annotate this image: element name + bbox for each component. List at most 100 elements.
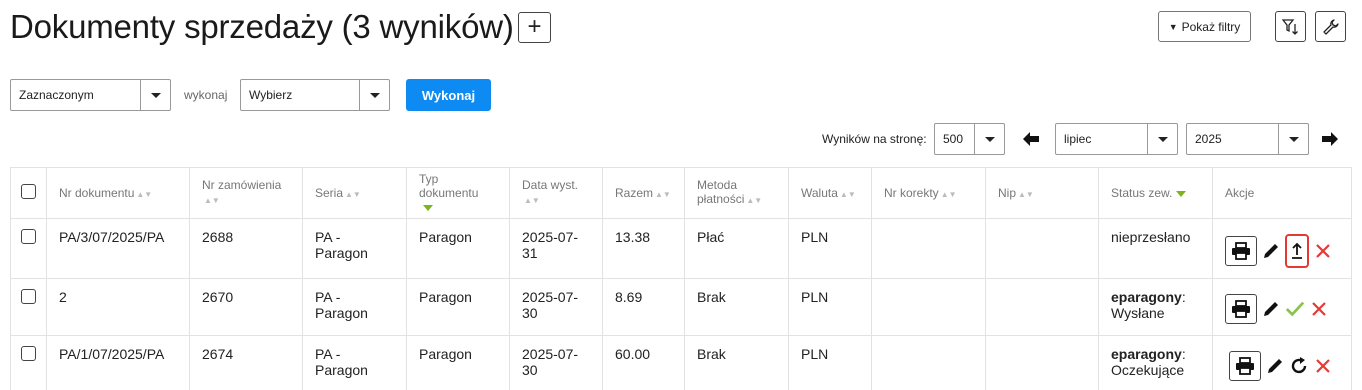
sort-icon: ▲▼	[345, 190, 361, 199]
delete-button[interactable]	[1309, 299, 1329, 319]
cell-nr-dokumentu: PA/3/07/2025/PA	[46, 218, 190, 279]
row-checkbox[interactable]	[21, 229, 36, 244]
add-document-button[interactable]: +	[518, 12, 551, 43]
cell-nr-zamowienia: 2674	[189, 335, 303, 390]
cell-seria: PA - Paragon	[302, 218, 407, 279]
col-nr-korekty[interactable]: Nr korekty ▲▼	[871, 167, 986, 219]
sort-icon: ▲▼	[204, 196, 220, 205]
cell-nr-dokumentu: PA/1/07/2025/PA	[46, 335, 190, 390]
per-page-value: 500	[943, 132, 964, 146]
cell-nr-zamowienia: 2670	[189, 278, 303, 336]
edit-button[interactable]	[1265, 356, 1285, 376]
cell-waluta: PLN	[788, 278, 872, 336]
sort-active-icon	[423, 204, 433, 211]
col-razem[interactable]: Razem ▲▼	[602, 167, 685, 219]
print-button[interactable]	[1229, 351, 1261, 381]
printer-icon	[1236, 357, 1254, 375]
year-select[interactable]: 2025	[1186, 123, 1309, 155]
table-row: PA/1/07/2025/PA 2674 PA - Paragon Paragon…	[10, 335, 1352, 390]
cell-metoda: Płać	[684, 218, 789, 279]
table-row: PA/3/07/2025/PA 2688 PA - Paragon Paragon…	[10, 218, 1352, 279]
cell-razem: 13.38	[602, 218, 685, 279]
sort-icon: ▲▼	[524, 196, 540, 205]
printer-icon	[1232, 242, 1250, 260]
cell-data: 2025-07- 30	[509, 278, 603, 336]
col-waluta[interactable]: Waluta ▲▼	[788, 167, 872, 219]
month-select[interactable]: lipiec	[1055, 123, 1178, 155]
cell-nr-korekty	[871, 218, 986, 279]
cell-waluta: PLN	[788, 335, 872, 390]
cell-nr-korekty	[871, 335, 986, 390]
close-icon	[1312, 302, 1326, 316]
arrow-left-icon	[1023, 132, 1039, 146]
cell-status: eparagony: Wysłane	[1098, 278, 1213, 336]
arrow-right-icon	[1322, 132, 1338, 146]
close-icon	[1316, 359, 1330, 373]
upload-button[interactable]	[1285, 234, 1309, 268]
filter-sort-button[interactable]	[1275, 11, 1306, 42]
bulk-scope-value: Zaznaczonym	[19, 88, 94, 102]
prev-month-button[interactable]	[1023, 130, 1039, 151]
upload-icon	[1292, 242, 1302, 259]
caret-down-icon: ▼	[1168, 21, 1178, 32]
documents-table: Nr dokumentu ▲▼ Nr zamówienia ▲▼ Seria ▲▼ T…	[10, 167, 1352, 390]
pencil-icon	[1264, 302, 1278, 316]
cell-nip	[985, 278, 1099, 336]
cell-nr-dokumentu: 2	[46, 278, 190, 336]
col-typ-dokumentu[interactable]: Typ dokumentu	[406, 167, 510, 219]
cell-waluta: PLN	[788, 218, 872, 279]
row-checkbox[interactable]	[21, 346, 36, 361]
row-checkbox[interactable]	[21, 289, 36, 304]
sent-status-button[interactable]	[1285, 299, 1305, 319]
cell-status: nieprzesłano	[1098, 218, 1213, 279]
bulk-scope-select[interactable]: Zaznaczonym	[10, 79, 171, 111]
printer-icon	[1232, 300, 1250, 318]
cell-typ: Paragon	[406, 278, 510, 336]
col-nip[interactable]: Nip ▲▼	[985, 167, 1099, 219]
show-filters-button[interactable]: ▼ Pokaż filtry	[1158, 11, 1251, 42]
per-page-select[interactable]: 500	[934, 123, 1005, 155]
cell-akcje	[1212, 335, 1352, 390]
edit-button[interactable]	[1261, 241, 1281, 261]
edit-button[interactable]	[1261, 299, 1281, 319]
select-all-cell	[10, 167, 47, 219]
next-month-button[interactable]	[1322, 130, 1338, 151]
cell-razem: 60.00	[602, 335, 685, 390]
chevron-down-icon	[974, 124, 1004, 154]
cell-metoda: Brak	[684, 278, 789, 336]
execute-button[interactable]: Wykonaj	[406, 79, 491, 111]
cell-typ: Paragon	[406, 335, 510, 390]
sort-icon: ▲▼	[655, 190, 671, 199]
col-nr-dokumentu[interactable]: Nr dokumentu ▲▼	[46, 167, 190, 219]
print-button[interactable]	[1225, 294, 1257, 324]
col-status-zew[interactable]: Status zew.	[1098, 167, 1213, 219]
bulk-action-select[interactable]: Wybierz	[240, 79, 390, 111]
cell-nip	[985, 218, 1099, 279]
settings-button[interactable]	[1315, 11, 1346, 42]
resend-button[interactable]	[1289, 356, 1309, 376]
col-seria[interactable]: Seria ▲▼	[302, 167, 407, 219]
col-nr-zamowienia[interactable]: Nr zamówienia ▲▼	[189, 167, 303, 219]
page-title: Dokumenty sprzedaży (3 wyników)	[10, 8, 514, 45]
wrench-icon	[1322, 18, 1339, 35]
delete-button[interactable]	[1313, 241, 1333, 261]
cell-seria: PA - Paragon	[302, 278, 407, 336]
bulk-do-label: wykonaj	[184, 88, 228, 102]
table-row: 2 2670 PA - Paragon Paragon 2025-07- 30 8.…	[10, 278, 1352, 336]
col-data-wyst[interactable]: Data wyst. ▲▼	[509, 167, 603, 219]
delete-button[interactable]	[1313, 356, 1333, 376]
table-header-row: Nr dokumentu ▲▼ Nr zamówienia ▲▼ Seria ▲▼ T…	[10, 167, 1352, 219]
chevron-down-icon	[140, 80, 170, 110]
cell-data: 2025-07- 31	[509, 218, 603, 279]
cell-nr-korekty	[871, 278, 986, 336]
col-metoda-platnosci[interactable]: Metoda płatności ▲▼	[684, 167, 789, 219]
refresh-icon	[1291, 357, 1307, 374]
row-select-cell	[10, 218, 47, 279]
row-select-cell	[10, 278, 47, 336]
cell-akcje	[1212, 278, 1352, 336]
col-akcje: Akcje	[1212, 167, 1352, 219]
print-button[interactable]	[1225, 236, 1257, 266]
sort-icon: ▲▼	[136, 190, 153, 199]
show-filters-label: Pokaż filtry	[1181, 19, 1241, 34]
select-all-checkbox[interactable]	[21, 184, 36, 199]
